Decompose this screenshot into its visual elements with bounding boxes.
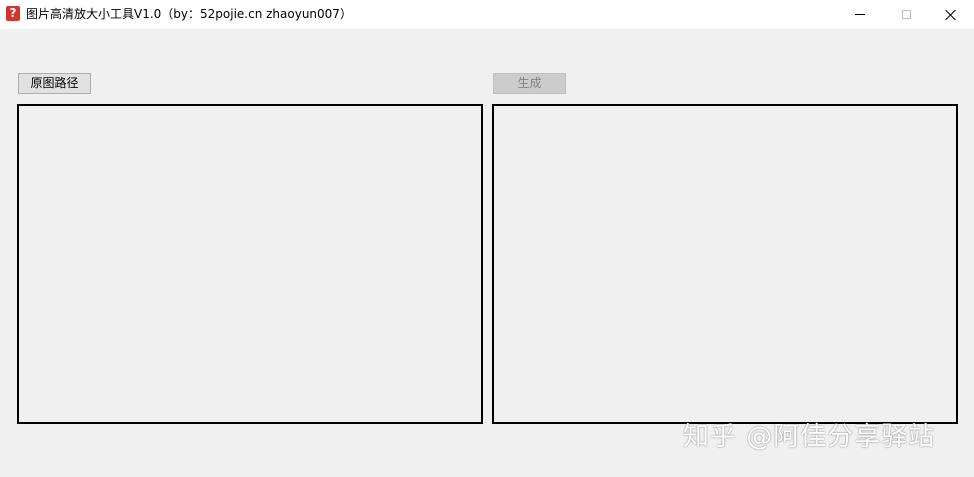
close-icon bbox=[945, 9, 957, 21]
maximize-button[interactable] bbox=[883, 0, 929, 29]
close-button[interactable] bbox=[928, 0, 974, 29]
minimize-button[interactable] bbox=[837, 0, 883, 29]
output-image-panel bbox=[492, 104, 958, 424]
watermark: 知乎 @阿佳分享驿站 bbox=[683, 422, 936, 452]
minimize-icon bbox=[855, 14, 865, 15]
title-bar: ? 图片高清放大小工具V1.0（by：52pojie.cn zhaoyun007… bbox=[0, 0, 974, 29]
generate-button[interactable]: 生成 bbox=[493, 73, 566, 94]
window-title: 图片高清放大小工具V1.0（by：52pojie.cn zhaoyun007） bbox=[26, 7, 352, 21]
source-image-panel bbox=[17, 104, 483, 424]
maximize-icon bbox=[901, 10, 911, 19]
source-path-button[interactable]: 原图路径 bbox=[18, 73, 91, 94]
app-icon: ? bbox=[6, 6, 20, 21]
